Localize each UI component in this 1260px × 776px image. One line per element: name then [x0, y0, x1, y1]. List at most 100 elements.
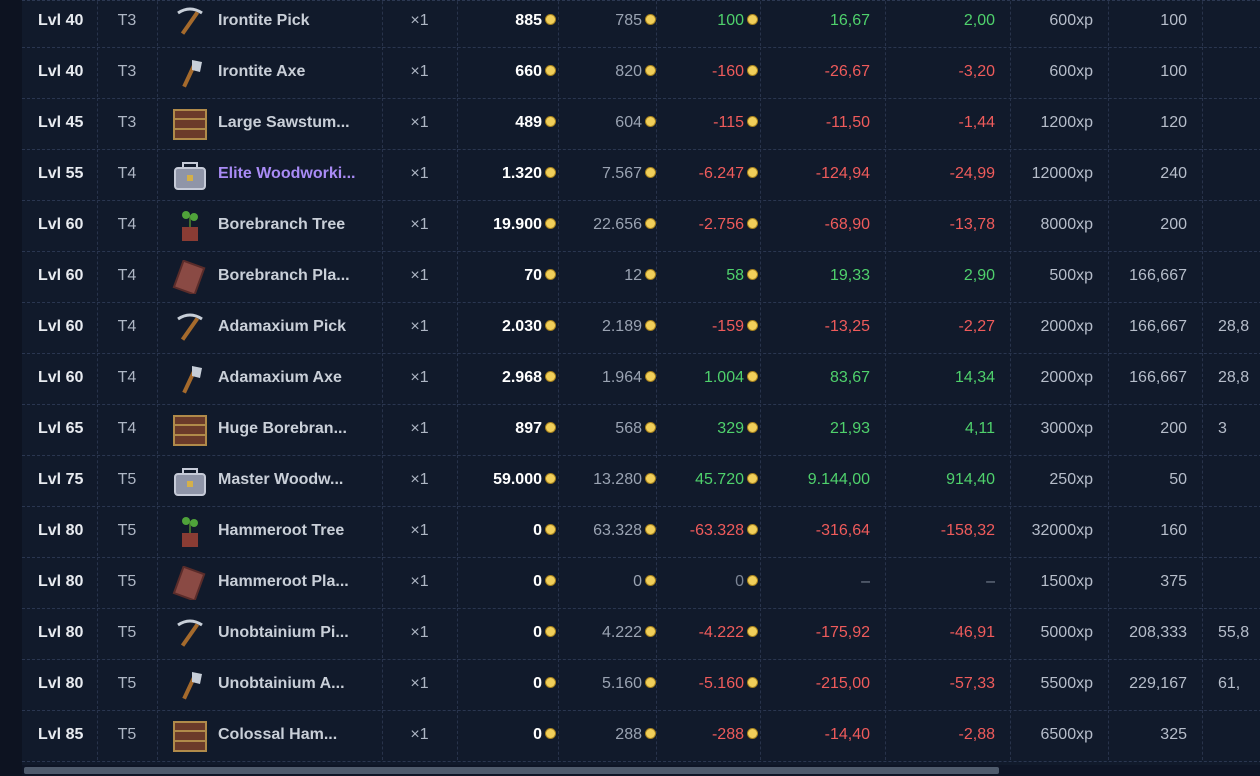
overflow-cell — [1218, 200, 1260, 250]
table-row[interactable]: Lvl 65 T4 Huge Borebran... ×1 897 568 329 21,93… — [22, 404, 1260, 456]
item-name[interactable]: Large Sawstum... — [218, 98, 378, 148]
overflow-cell — [1218, 455, 1260, 505]
table-row[interactable]: Lvl 40 T3 Irontite Axe ×1 660 820 -160 -26,67 -3… — [22, 47, 1260, 99]
buy-price-cell: 2.968 — [458, 353, 556, 403]
table-row[interactable]: Lvl 45 T3 Large Sawstum... ×1 489 604 -115 -11,… — [22, 98, 1260, 150]
profit-per-hour-cell-text: 19,33 — [829, 267, 870, 284]
level-cell: Lvl 85 — [38, 710, 83, 760]
tier-cell-text: T4 — [117, 216, 137, 233]
level-cell-text: Lvl 80 — [38, 624, 84, 641]
coin-icon — [747, 14, 758, 26]
chest-icon — [172, 719, 208, 753]
level-cell: Lvl 60 — [38, 251, 83, 301]
item-name[interactable]: Irontite Pick — [218, 0, 378, 46]
tier-cell-text: T5 — [117, 624, 137, 641]
item-name[interactable]: Borebranch Tree — [218, 200, 378, 250]
coin-icon — [545, 167, 556, 179]
table-row[interactable]: Lvl 75 T5 Master Woodw... ×1 59.000 13.280 45.… — [22, 455, 1260, 507]
table-row[interactable]: Lvl 80 T5 Unobtainium A... ×1 0 5.160 -5.160 -2… — [22, 659, 1260, 711]
item-name[interactable]: Elite Woodworki... — [218, 149, 378, 199]
column-divider — [157, 557, 158, 607]
profit-per-hour-cell: -175,92 — [760, 608, 870, 658]
sell-price-cell: 12 — [558, 251, 656, 301]
quantity-cell: ×1 — [382, 302, 457, 352]
sell-price-cell-text: 0 — [633, 573, 642, 590]
column-divider — [157, 608, 158, 658]
axe-icon — [172, 668, 208, 702]
coin-icon — [545, 677, 556, 689]
item-name[interactable]: Colossal Ham... — [218, 710, 378, 760]
craft-count-cell-text: 100 — [1160, 12, 1187, 29]
item-name[interactable]: Hammeroot Pla... — [218, 557, 378, 607]
buy-price-cell: 0 — [458, 659, 556, 709]
table-row[interactable]: Lvl 40 T3 Irontite Pick ×1 885 785 100 16,67 2,0… — [22, 0, 1260, 48]
tier-cell-text: T3 — [117, 63, 137, 80]
profit-per-hour-cell-text: 16,67 — [829, 12, 870, 29]
table-row[interactable]: Lvl 80 T5 Hammeroot Tree ×1 0 63.328 -63.328 -3… — [22, 506, 1260, 558]
craft-count-cell-text: 240 — [1160, 165, 1187, 182]
item-name[interactable]: Irontite Axe — [218, 47, 378, 97]
profit-cell: -6.247 — [656, 149, 758, 199]
chest-icon — [172, 413, 208, 447]
profit-cell: -159 — [656, 302, 758, 352]
tree-sapling-icon — [172, 209, 208, 243]
tier-cell: T5 — [97, 710, 157, 760]
profit-per-xp-cell-text: 14,34 — [954, 369, 995, 386]
xp-cell: 3000xp — [1010, 404, 1094, 454]
craft-count-cell: 50 — [1108, 455, 1187, 505]
table-row[interactable]: Lvl 60 T4 Borebranch Pla... ×1 70 12 58 19,33 2,… — [22, 251, 1260, 303]
profit-per-xp-cell: -1,44 — [885, 98, 995, 148]
profit-per-xp-cell: 2,00 — [885, 0, 995, 46]
xp-cell: 600xp — [1010, 0, 1093, 46]
table-row[interactable]: Lvl 80 T5 Unobtainium Pi... ×1 0 4.222 -4.222 -… — [22, 608, 1260, 660]
profit-per-xp-cell: -2,27 — [885, 302, 995, 352]
table-row[interactable]: Lvl 60 T4 Adamaxium Axe ×1 2.968 1.964 1.004 83… — [22, 353, 1260, 405]
coin-icon — [645, 728, 656, 740]
coin-icon — [545, 116, 556, 128]
craft-count-cell: 229,167 — [1108, 659, 1187, 709]
table-row[interactable]: Lvl 80 T5 Hammeroot Pla... ×1 0 0 0 – – 1500xp 375 — [22, 557, 1260, 609]
quantity-cell-text: ×1 — [410, 675, 429, 692]
craft-count-cell: 166,667 — [1108, 251, 1187, 301]
profit-per-xp-cell: 914,40 — [885, 455, 995, 505]
item-name[interactable]: Adamaxium Pick — [218, 302, 378, 352]
level-cell: Lvl 80 — [38, 506, 83, 556]
item-name[interactable]: Borebranch Pla... — [218, 251, 378, 301]
table-row[interactable]: Lvl 60 T4 Adamaxium Pick ×1 2.030 2.189 -159 -1… — [22, 302, 1260, 354]
table-row[interactable]: Lvl 85 T5 Colossal Ham... ×1 0 288 -288 -14,40 -… — [22, 710, 1260, 762]
coin-icon — [747, 473, 758, 485]
profit-per-xp-cell-text: 914,40 — [946, 471, 995, 488]
column-divider — [157, 98, 158, 148]
profit-per-xp-cell: -3,20 — [885, 47, 995, 97]
table-row[interactable]: Lvl 60 T4 Borebranch Tree ×1 19.900 22.656 -2.… — [22, 200, 1260, 252]
profit-cell-text: -6.247 — [698, 165, 744, 182]
profit-per-xp-cell: -57,33 — [885, 659, 995, 709]
table-row[interactable]: Lvl 55 T4 Elite Woodworki... ×1 1.320 7.567 -6… — [22, 149, 1260, 201]
craft-count-cell: 160 — [1108, 506, 1187, 556]
profit-per-hour-cell: – — [760, 557, 870, 607]
item-name[interactable]: Unobtainium Pi... — [218, 608, 378, 658]
item-name[interactable]: Adamaxium Axe — [218, 353, 378, 403]
level-cell-text: Lvl 60 — [38, 318, 84, 335]
item-name[interactable]: Unobtainium A... — [218, 659, 378, 709]
coin-icon — [645, 371, 656, 383]
item-name[interactable]: Master Woodw... — [218, 455, 378, 505]
item-name[interactable]: Huge Borebran... — [218, 404, 378, 454]
horizontal-scrollbar[interactable] — [22, 765, 1260, 776]
tier-cell: T4 — [97, 353, 157, 403]
quantity-cell-text: ×1 — [410, 726, 429, 743]
tier-cell-text: T4 — [117, 420, 137, 437]
level-cell-text: Lvl 40 — [38, 63, 84, 80]
scrollbar-thumb[interactable] — [24, 767, 999, 774]
profit-per-hour-cell-text: -124,94 — [815, 165, 870, 182]
profit-per-xp-cell: – — [885, 557, 995, 607]
coin-icon — [545, 269, 556, 281]
item-name[interactable]: Hammeroot Tree — [218, 506, 378, 556]
level-cell: Lvl 60 — [38, 200, 83, 250]
level-cell-text: Lvl 40 — [38, 12, 84, 29]
buy-price-cell: 489 — [458, 98, 556, 148]
coin-icon — [645, 626, 656, 638]
level-cell: Lvl 40 — [38, 47, 83, 97]
profit-per-hour-cell: -14,40 — [760, 710, 870, 760]
coin-icon — [545, 473, 556, 485]
